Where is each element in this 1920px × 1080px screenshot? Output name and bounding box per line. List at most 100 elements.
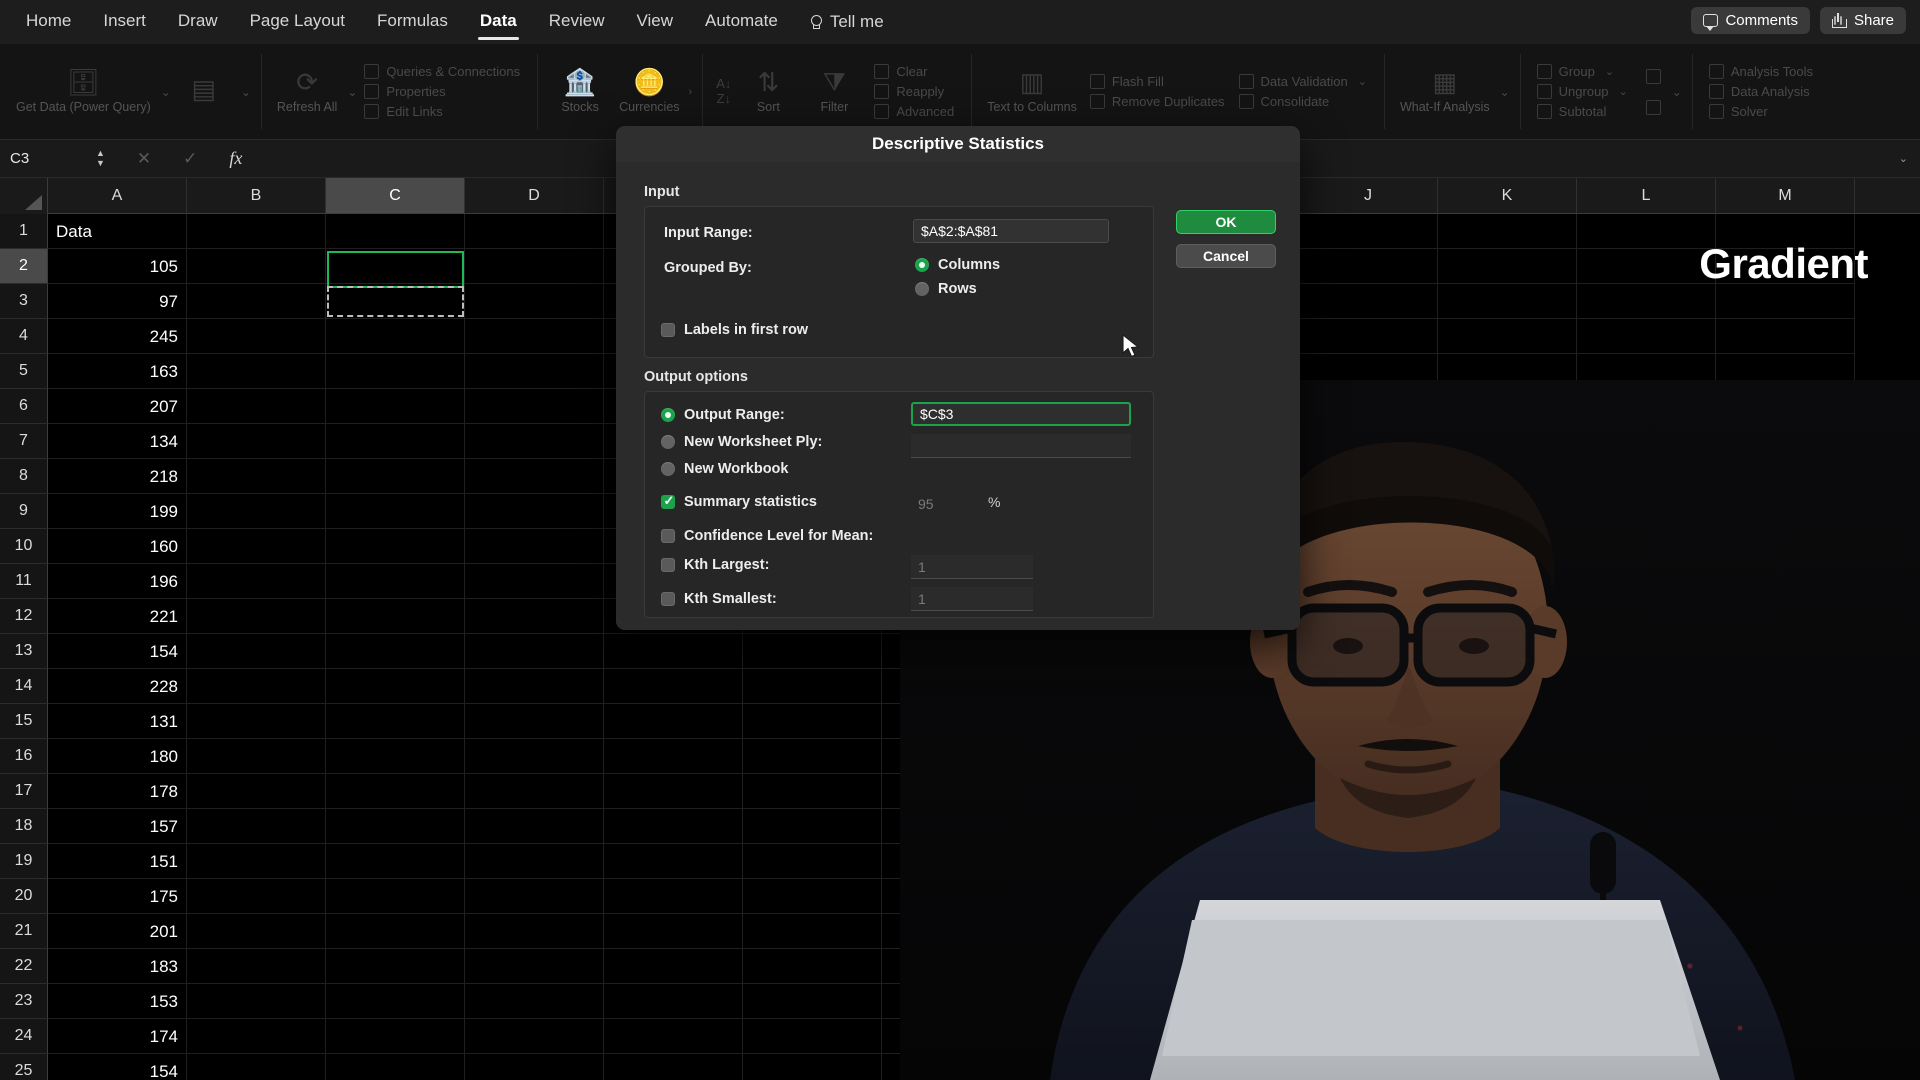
cell-E16[interactable] <box>604 739 743 774</box>
cancel-button[interactable]: Cancel <box>1176 244 1276 268</box>
cell-E18[interactable] <box>604 809 743 844</box>
cell-A4[interactable]: 245 <box>48 319 187 354</box>
cell-D3[interactable] <box>465 284 604 319</box>
row-header-9[interactable]: 9 <box>0 494 48 529</box>
from-table-chevron-down-icon[interactable]: ⌄ <box>241 85 251 99</box>
cell-A12[interactable]: 221 <box>48 599 187 634</box>
column-header-j[interactable]: J <box>1299 178 1438 213</box>
cell-D6[interactable] <box>465 389 604 424</box>
cell-B7[interactable] <box>187 424 326 459</box>
cell-D20[interactable] <box>465 879 604 914</box>
tell-me-search[interactable]: Tell me <box>794 12 884 32</box>
data-types-more-icon[interactable]: › <box>689 86 693 98</box>
cell-C22[interactable] <box>326 949 465 984</box>
stocks-button[interactable]: 🏦 Stocks <box>547 65 613 119</box>
cell-D14[interactable] <box>465 669 604 704</box>
cell-E23[interactable] <box>604 984 743 1019</box>
output-range-field[interactable]: $C$3 <box>911 402 1131 426</box>
cell-F17[interactable] <box>743 774 882 809</box>
queries-connections-button[interactable]: Queries & Connections <box>361 63 523 80</box>
cell-F16[interactable] <box>743 739 882 774</box>
cell-K1[interactable] <box>1438 214 1577 249</box>
row-header-16[interactable]: 16 <box>0 739 48 774</box>
cell-D4[interactable] <box>465 319 604 354</box>
tab-review[interactable]: Review <box>533 5 621 40</box>
cell-C12[interactable] <box>326 599 465 634</box>
row-header-6[interactable]: 6 <box>0 389 48 424</box>
cell-C8[interactable] <box>326 459 465 494</box>
cell-A8[interactable]: 218 <box>48 459 187 494</box>
row-header-25[interactable]: 25 <box>0 1054 48 1080</box>
flash-fill-button[interactable]: Flash Fill <box>1087 73 1228 90</box>
row-header-17[interactable]: 17 <box>0 774 48 809</box>
cell-E14[interactable] <box>604 669 743 704</box>
tab-home[interactable]: Home <box>10 5 87 40</box>
row-header-23[interactable]: 23 <box>0 984 48 1019</box>
cell-A5[interactable]: 163 <box>48 354 187 389</box>
cell-A6[interactable]: 207 <box>48 389 187 424</box>
tab-formulas[interactable]: Formulas <box>361 5 464 40</box>
cell-A15[interactable]: 131 <box>48 704 187 739</box>
cell-K2[interactable] <box>1438 249 1577 284</box>
remove-duplicates-button[interactable]: Remove Duplicates <box>1087 93 1228 110</box>
cell-C4[interactable] <box>326 319 465 354</box>
cell-B8[interactable] <box>187 459 326 494</box>
cell-D2[interactable] <box>465 249 604 284</box>
cell-D12[interactable] <box>465 599 604 634</box>
cell-D13[interactable] <box>465 634 604 669</box>
cell-C24[interactable] <box>326 1019 465 1054</box>
tab-draw[interactable]: Draw <box>162 5 234 40</box>
cell-J1[interactable] <box>1299 214 1438 249</box>
cell-L3[interactable] <box>1577 284 1716 319</box>
cell-A23[interactable]: 153 <box>48 984 187 1019</box>
cell-B2[interactable] <box>187 249 326 284</box>
tab-insert[interactable]: Insert <box>87 5 162 40</box>
column-header-l[interactable]: L <box>1577 178 1716 213</box>
column-header-c[interactable]: C <box>326 178 465 213</box>
cell-B11[interactable] <box>187 564 326 599</box>
row-header-2[interactable]: 2 <box>0 249 48 284</box>
cell-E20[interactable] <box>604 879 743 914</box>
cell-J3[interactable] <box>1299 284 1438 319</box>
new-worksheet-ply-radio[interactable] <box>661 435 675 449</box>
cell-C3[interactable] <box>326 284 465 319</box>
refresh-all-button[interactable]: ⟳ Refresh All <box>271 65 343 119</box>
comments-button[interactable]: Comments <box>1691 7 1810 34</box>
new-worksheet-ply-field[interactable] <box>911 434 1131 458</box>
tab-page-layout[interactable]: Page Layout <box>234 5 361 40</box>
cell-B24[interactable] <box>187 1019 326 1054</box>
cell-C14[interactable] <box>326 669 465 704</box>
row-header-15[interactable]: 15 <box>0 704 48 739</box>
row-header-14[interactable]: 14 <box>0 669 48 704</box>
sort-button[interactable]: ⇅ Sort <box>735 65 801 119</box>
cell-L4[interactable] <box>1577 319 1716 354</box>
cell-A21[interactable]: 201 <box>48 914 187 949</box>
cell-B10[interactable] <box>187 529 326 564</box>
cell-M3[interactable] <box>1716 284 1855 319</box>
cell-C7[interactable] <box>326 424 465 459</box>
cell-A20[interactable]: 175 <box>48 879 187 914</box>
row-header-8[interactable]: 8 <box>0 459 48 494</box>
what-if-analysis-button[interactable]: ▦ What-If Analysis <box>1394 65 1496 119</box>
cell-F22[interactable] <box>743 949 882 984</box>
row-header-3[interactable]: 3 <box>0 284 48 319</box>
column-header-m[interactable]: M <box>1716 178 1855 213</box>
cell-B17[interactable] <box>187 774 326 809</box>
cell-A2[interactable]: 105 <box>48 249 187 284</box>
cell-A11[interactable]: 196 <box>48 564 187 599</box>
row-header-22[interactable]: 22 <box>0 949 48 984</box>
cell-A1[interactable]: Data <box>48 214 187 249</box>
cell-B1[interactable] <box>187 214 326 249</box>
cancel-formula-icon[interactable]: ✕ <box>137 149 151 169</box>
cell-A25[interactable]: 154 <box>48 1054 187 1080</box>
cell-E15[interactable] <box>604 704 743 739</box>
column-header-b[interactable]: B <box>187 178 326 213</box>
cell-B13[interactable] <box>187 634 326 669</box>
cell-C9[interactable] <box>326 494 465 529</box>
get-data-chevron-down-icon[interactable]: ⌄ <box>161 85 171 99</box>
row-header-21[interactable]: 21 <box>0 914 48 949</box>
row-header-19[interactable]: 19 <box>0 844 48 879</box>
what-if-chevron-down-icon[interactable]: ⌄ <box>1500 85 1510 99</box>
row-header-10[interactable]: 10 <box>0 529 48 564</box>
cell-A24[interactable]: 174 <box>48 1019 187 1054</box>
